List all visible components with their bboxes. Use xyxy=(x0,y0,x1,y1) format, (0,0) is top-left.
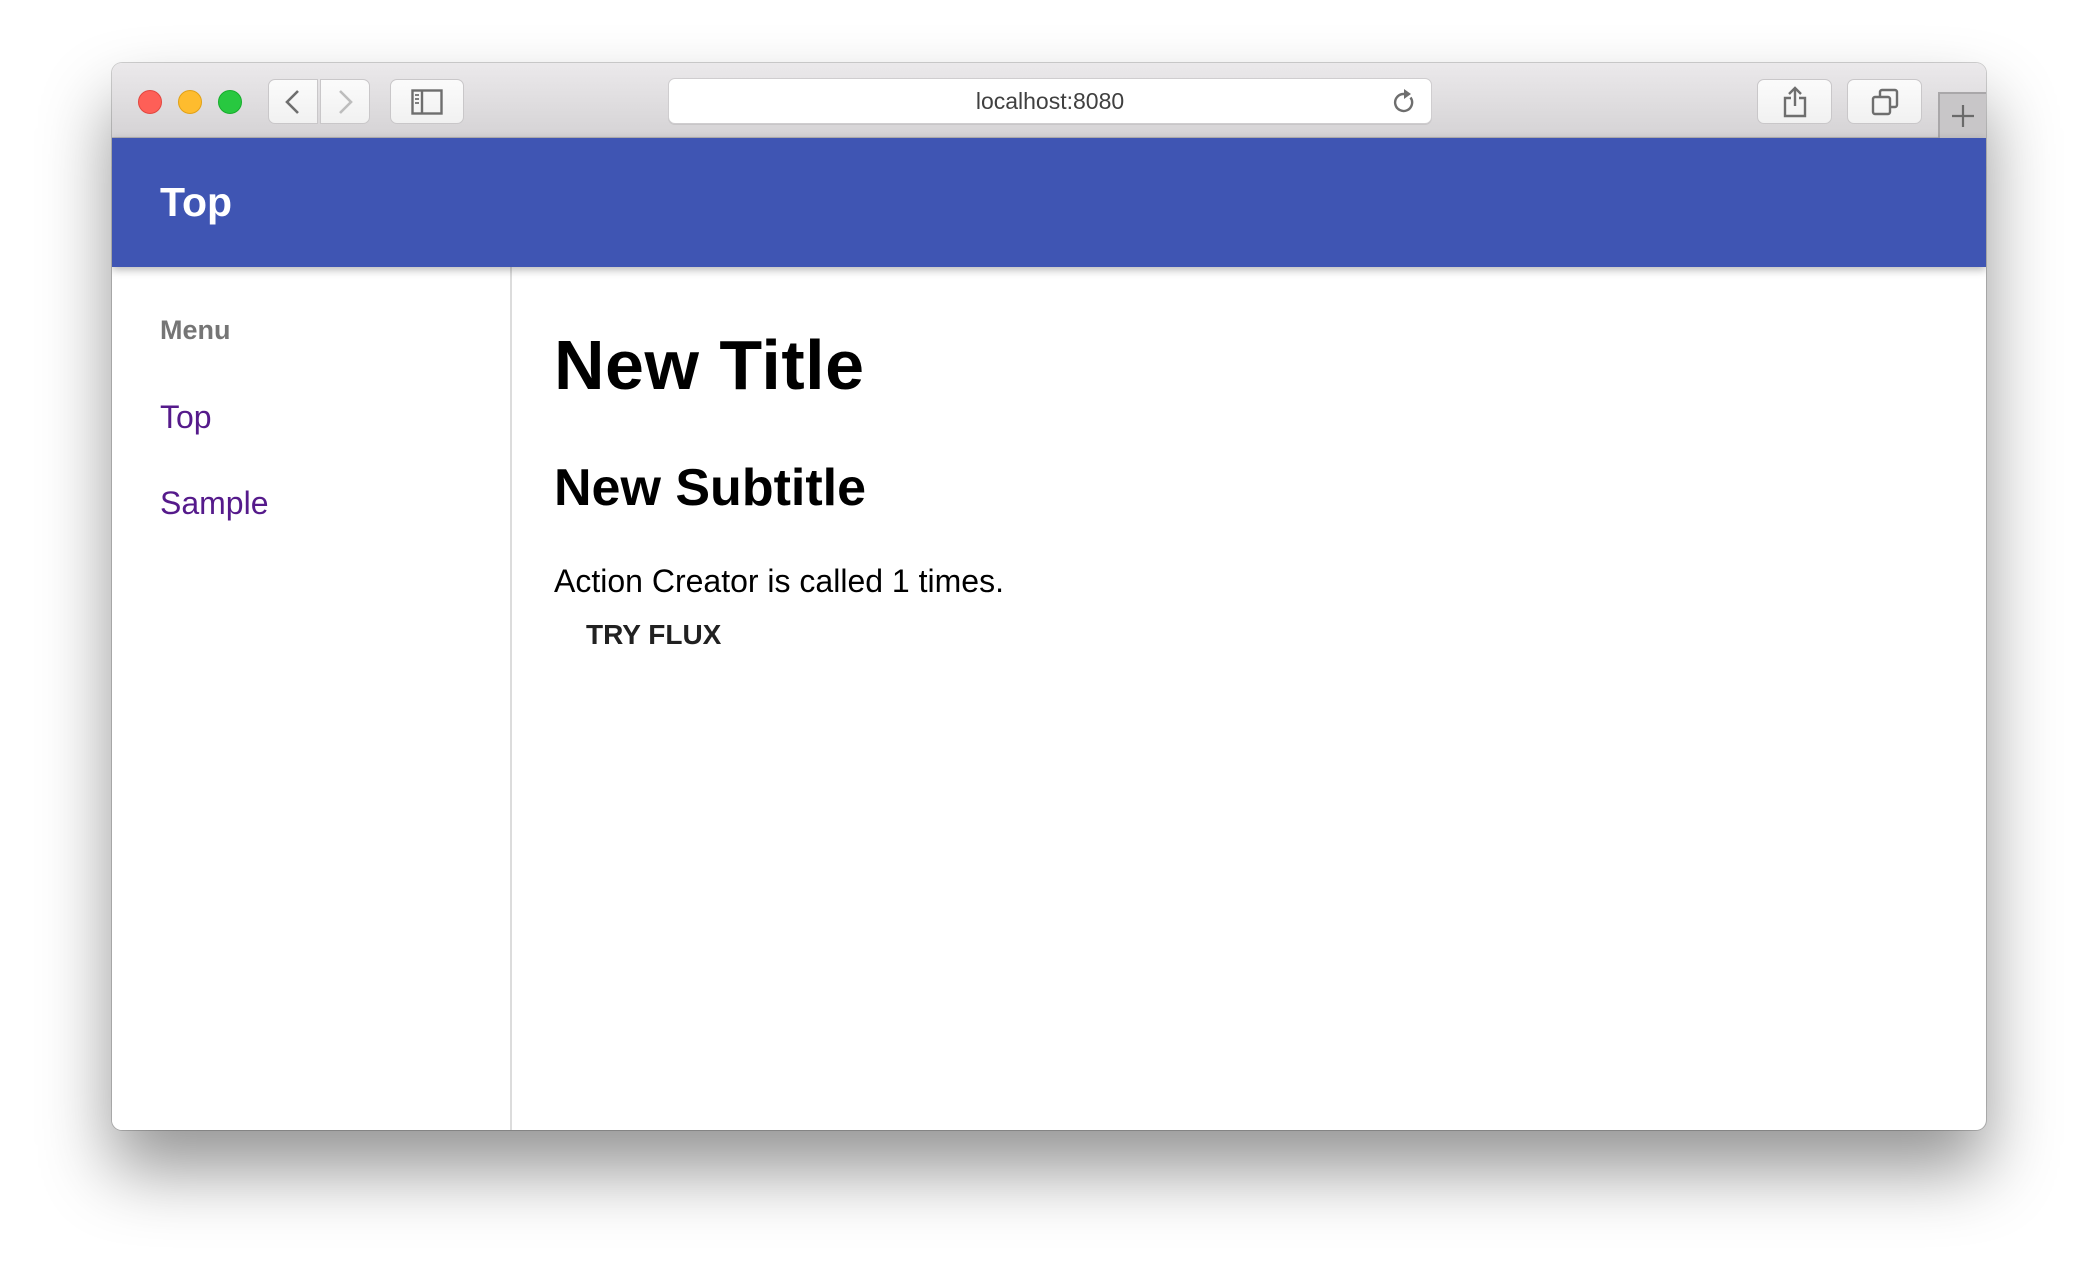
forward-button[interactable] xyxy=(320,79,370,124)
action-count-text: Action Creator is called 1 times. xyxy=(554,563,1004,599)
page-title: New Title xyxy=(554,326,865,404)
page-subtitle: New Subtitle xyxy=(554,459,867,517)
new-tab-button[interactable] xyxy=(1938,92,1986,138)
chevron-right-icon xyxy=(339,89,353,114)
sidebar-menu-label: Menu xyxy=(160,315,231,345)
plus-icon xyxy=(1952,105,1974,127)
minimize-window-button[interactable] xyxy=(178,90,202,114)
sidebar: Menu Top Sample xyxy=(112,267,512,1130)
browser-toolbar: localhost:8080 xyxy=(112,63,1986,138)
zoom-window-button[interactable] xyxy=(218,90,242,114)
sidebar-toggle-button[interactable] xyxy=(390,79,464,124)
back-button[interactable] xyxy=(268,79,318,124)
sidebar-item-sample[interactable]: Sample xyxy=(160,485,269,522)
address-bar[interactable]: localhost:8080 xyxy=(668,78,1432,124)
try-flux-button[interactable]: TRY FLUX xyxy=(554,611,753,659)
reload-icon[interactable] xyxy=(1391,88,1417,116)
sidebar-item-top[interactable]: Top xyxy=(160,399,212,436)
close-window-button[interactable] xyxy=(138,90,162,114)
browser-window: localhost:8080 Top Menu Top Sample New T… xyxy=(112,63,1986,1130)
tabs-icon xyxy=(1871,88,1898,115)
chevron-left-icon xyxy=(285,89,299,114)
share-button[interactable] xyxy=(1757,79,1832,124)
share-icon xyxy=(1783,85,1806,117)
main-content: New Title New Subtitle Action Creator is… xyxy=(512,267,1986,1130)
app-bar: Top xyxy=(112,138,1986,267)
app-bar-title: Top xyxy=(160,179,233,225)
url-text[interactable]: localhost:8080 xyxy=(669,79,1431,123)
show-tabs-button[interactable] xyxy=(1847,79,1922,124)
sidebar-icon xyxy=(411,88,443,115)
